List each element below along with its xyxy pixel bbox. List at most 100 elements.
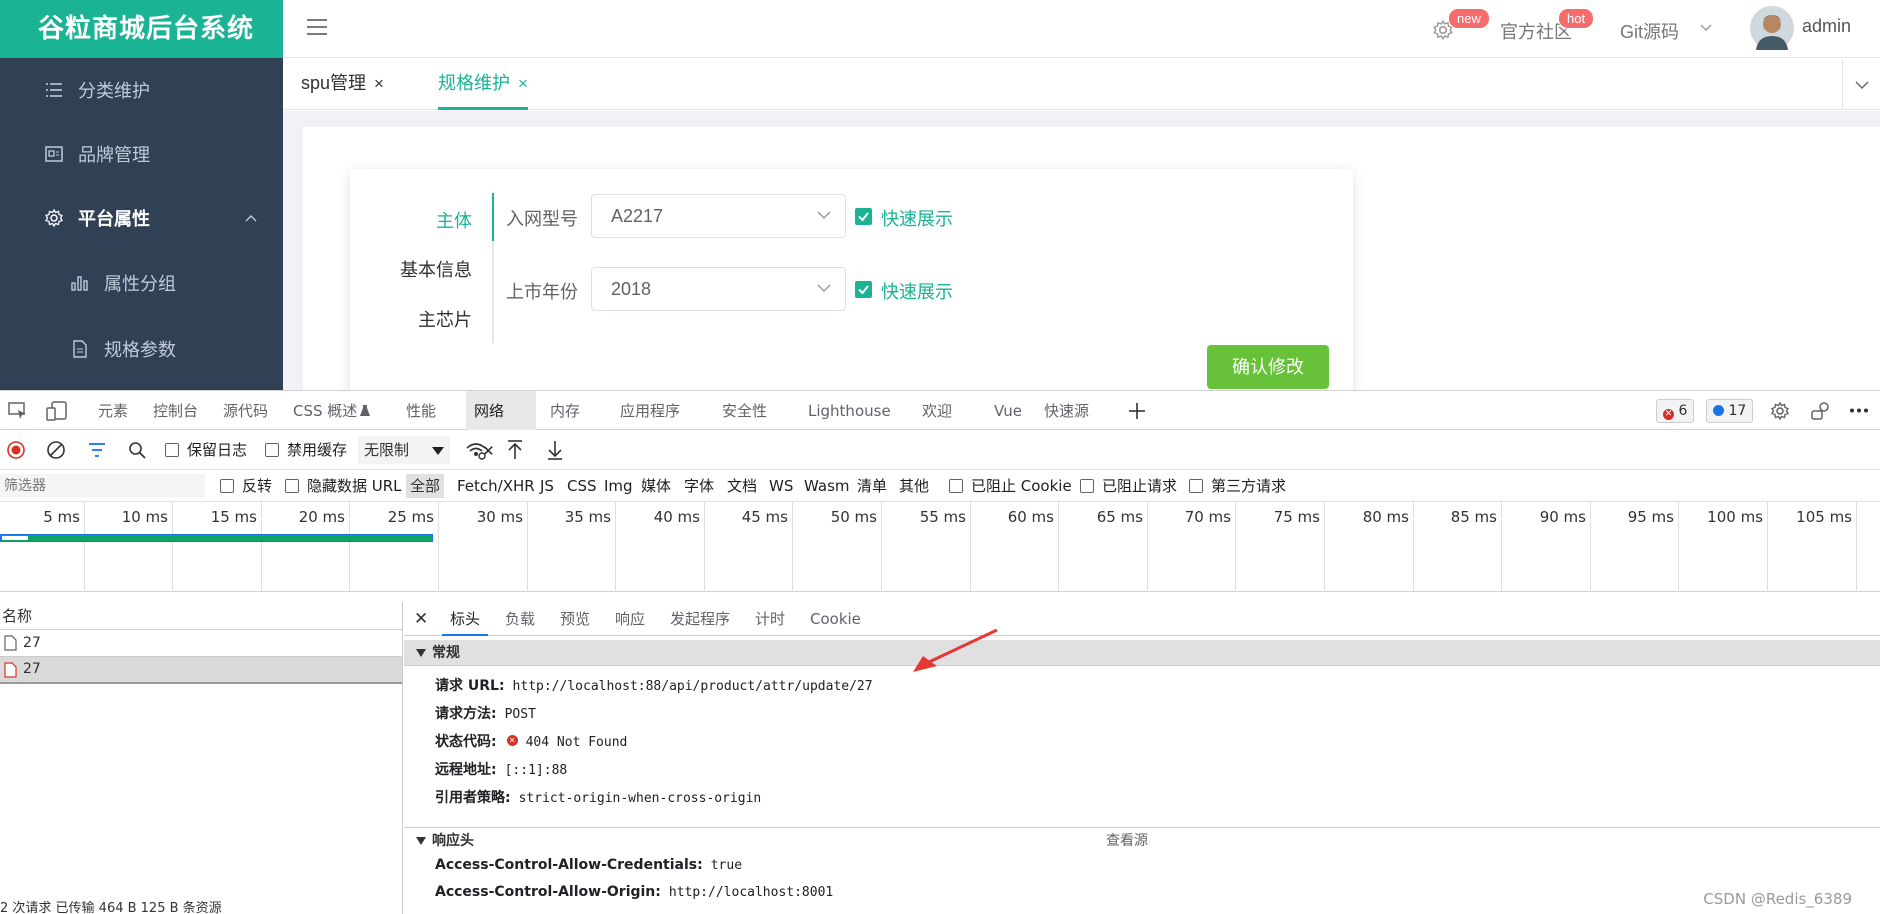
disable-cache-label[interactable]: 禁用缓存 [287,430,347,470]
settings-gear-icon[interactable] [1770,401,1790,421]
detail-tab-timing[interactable]: 计时 [755,602,785,636]
vtab-basic-info[interactable]: 基本信息 [372,256,472,282]
filter-input[interactable] [0,474,205,498]
kv-value[interactable]: strict-origin-when-cross-origin [519,791,762,806]
quick-show-checkbox-2[interactable] [855,281,872,298]
filter-type-media[interactable]: 媒体 [641,470,671,502]
devtools-tab-performance[interactable]: 性能 [406,391,436,430]
quick-show-checkbox-1[interactable] [855,208,872,225]
menu-item-brand[interactable]: 品牌管理 [0,122,283,186]
devtools-tab-quick-source[interactable]: 快速源 [1044,391,1089,430]
devtools-tab-vue[interactable]: Vue [994,391,1022,430]
git-nav[interactable]: Git源码 [1620,0,1750,58]
request-row[interactable]: 27 [0,630,402,657]
general-section-header[interactable]: 常规 [404,628,1880,672]
upload-icon[interactable] [507,440,523,460]
detail-tab-initiator[interactable]: 发起程序 [670,602,730,636]
third-party-label[interactable]: 第三方请求 [1211,470,1286,502]
devtools-tab-elements[interactable]: 元素 [98,391,128,430]
filter-type-all[interactable]: 全部 [406,474,445,498]
filter-type-doc[interactable]: 文档 [727,470,757,502]
message-count[interactable]: 17 [1706,399,1754,423]
menu-item-platform-attr[interactable]: 平台属性 [0,186,283,250]
devtools-tab-css-overview[interactable]: CSS 概述 [293,391,357,430]
detail-tab-cookies[interactable]: Cookie [810,602,861,636]
tabs-dropdown[interactable] [1842,59,1880,110]
kv-value[interactable]: [::1]:88 [505,763,568,778]
preserve-log-checkbox[interactable] [165,443,179,457]
quick-show-label-2[interactable]: 快速展示 [881,278,953,304]
kv-value[interactable]: true [711,858,742,873]
record-stop-icon[interactable] [7,441,25,459]
devtools-tab-memory[interactable]: 内存 [550,391,580,430]
view-source-link[interactable]: 查看源 [1106,828,1148,854]
devtools-tab-application[interactable]: 应用程序 [620,391,680,430]
filter-icon[interactable] [88,442,106,458]
submenu-item-spec-params[interactable]: 规格参数 [0,316,283,382]
git-link[interactable]: Git源码 [1620,18,1679,44]
year-select[interactable]: 2018 [591,267,846,311]
kv-value[interactable]: 404 Not Found [526,735,628,750]
preserve-log-label[interactable]: 保留日志 [187,430,247,470]
menu-item-category[interactable]: 分类维护 [0,58,283,122]
hamburger-icon[interactable] [307,18,327,36]
device-toggle-icon[interactable] [46,401,68,421]
vtab-main[interactable]: 主体 [372,207,472,233]
more-vert-icon[interactable] [1850,408,1868,413]
request-row-selected[interactable]: 27 [0,657,402,684]
filter-type-img[interactable]: Img [604,470,633,502]
error-count[interactable]: ✕ 6 [1656,399,1695,423]
model-select[interactable]: A2217 [591,194,846,238]
filter-type-wasm[interactable]: Wasm [804,470,850,502]
blocked-requests-label[interactable]: 已阻止请求 [1102,470,1177,502]
filter-type-js[interactable]: JS [540,470,554,502]
community-nav[interactable]: 官方社区 hot [1500,0,1620,58]
filter-type-ws[interactable]: WS [769,470,793,502]
devtools-tab-lighthouse[interactable]: Lighthouse [808,391,891,430]
disable-cache-checkbox[interactable] [265,443,279,457]
throttle-select[interactable]: 无限制 [358,436,450,464]
devtools-tab-console[interactable]: 控制台 [153,391,198,430]
search-icon[interactable] [128,441,146,459]
invert-label[interactable]: 反转 [242,470,272,502]
plus-icon[interactable] [1128,402,1146,420]
filter-type-css[interactable]: CSS [567,470,597,502]
devtools-tab-network[interactable]: 网络 ✕ [466,391,536,460]
download-icon[interactable] [547,440,563,460]
user-menu[interactable]: admin [1750,0,1880,58]
inspect-icon[interactable] [8,402,28,420]
kv-value[interactable]: http://localhost:8001 [669,885,833,900]
blocked-cookie-label[interactable]: 已阻止 Cookie [971,470,1072,502]
filter-type-fetch[interactable]: Fetch/XHR [457,470,535,502]
remote-devices-icon[interactable] [1810,401,1832,421]
vtab-chip[interactable]: 主芯片 [372,306,472,332]
filter-type-font[interactable]: 字体 [684,470,714,502]
confirm-button[interactable]: 确认修改 [1207,345,1329,389]
clear-icon[interactable] [47,441,65,459]
third-party-checkbox[interactable] [1189,479,1203,493]
detail-tab-response[interactable]: 响应 [615,602,645,636]
filter-type-other[interactable]: 其他 [899,470,929,502]
filter-type-manifest[interactable]: 清单 [857,470,887,502]
detail-tab-payload[interactable]: 负载 [505,602,535,636]
tab-spec[interactable]: 规格维护 × [438,59,528,110]
kv-value[interactable]: POST [505,707,536,722]
devtools-tab-sources[interactable]: 源代码 [223,391,268,430]
close-icon[interactable]: × [518,74,528,93]
invert-checkbox[interactable] [220,479,234,493]
detail-tab-preview[interactable]: 预览 [560,602,590,636]
blocked-cookie-checkbox[interactable] [949,479,963,493]
tab-spu[interactable]: spu管理 × [301,59,384,110]
blocked-requests-checkbox[interactable] [1080,479,1094,493]
quick-show-label-1[interactable]: 快速展示 [881,205,953,231]
devtools-tab-security[interactable]: 安全性 [722,391,767,430]
devtools-tab-welcome[interactable]: 欢迎 [922,391,952,430]
kv-value[interactable]: http://localhost:88/api/product/attr/upd… [513,679,873,694]
submenu-item-attr-group[interactable]: 属性分组 [0,250,283,316]
network-timeline[interactable]: 5 ms 10 ms 15 ms 20 ms 25 ms 30 ms 35 ms 40 ms 4… [0,502,1880,592]
hide-data-url-label[interactable]: 隐藏数据 URL [307,470,402,502]
response-headers-section-header[interactable]: 响应头 查看源 [404,827,1880,853]
hide-data-url-checkbox[interactable] [285,479,299,493]
settings-nav[interactable]: new [1420,0,1500,58]
close-icon[interactable]: × [374,74,384,93]
